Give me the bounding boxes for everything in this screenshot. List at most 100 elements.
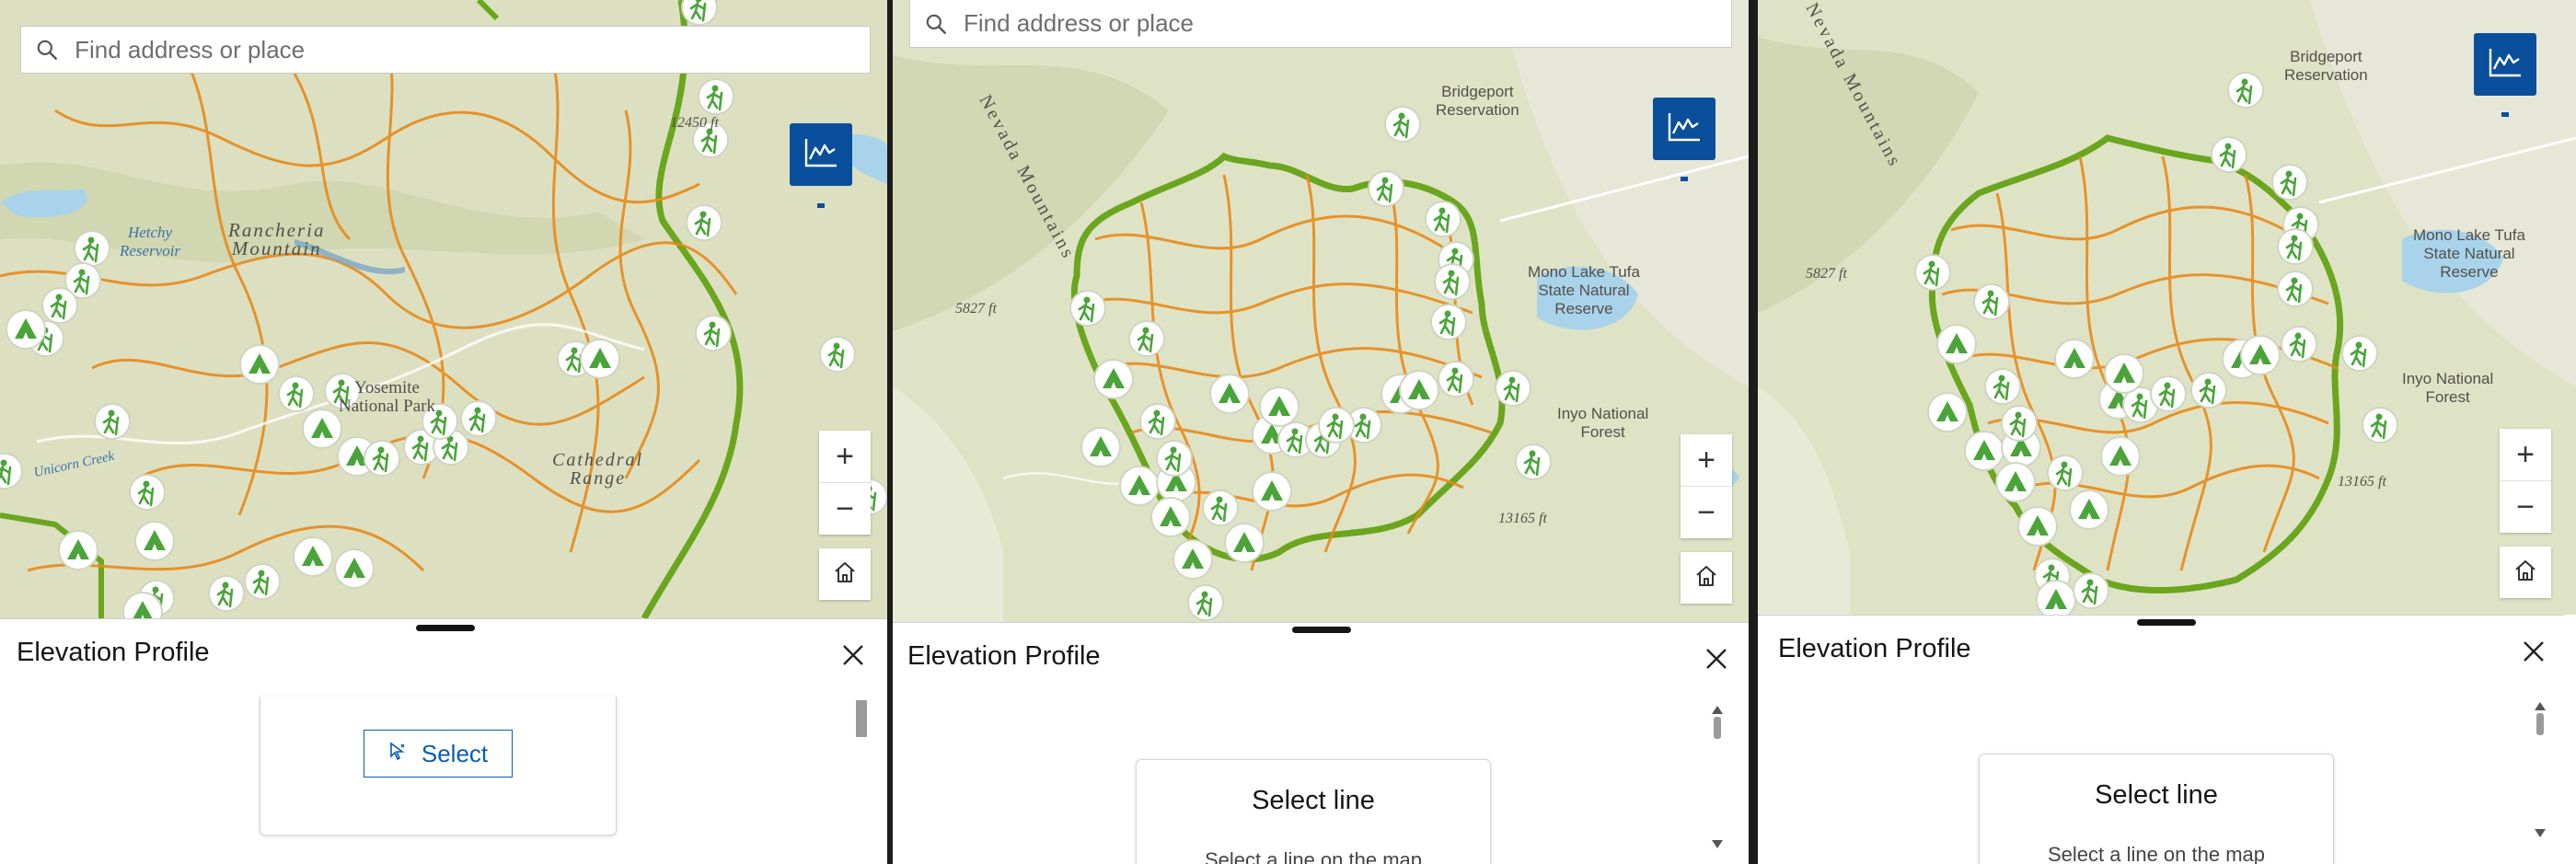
campground-icon[interactable]: [2054, 339, 2095, 379]
home-button[interactable]: [819, 548, 871, 600]
campground-icon[interactable]: [1093, 359, 1134, 399]
hiking-icon[interactable]: [1317, 406, 1356, 444]
hiking-icon[interactable]: [2210, 135, 2248, 174]
campground-icon[interactable]: [2100, 436, 2141, 477]
zoom-out-button[interactable]: −: [819, 482, 871, 535]
campground-icon[interactable]: [302, 409, 342, 449]
hiking-icon[interactable]: [697, 77, 735, 116]
hiking-icon[interactable]: [2046, 454, 2085, 492]
elevation-profile-button[interactable]: [1653, 98, 1715, 160]
close-button[interactable]: [1701, 643, 1732, 674]
campground-icon[interactable]: [1936, 324, 1977, 364]
scroll-up-arrow[interactable]: [2535, 702, 2546, 710]
elevation-profile-button[interactable]: [2474, 33, 2536, 96]
search-input[interactable]: [73, 34, 870, 65]
hiking-icon[interactable]: [128, 473, 167, 512]
hiking-icon[interactable]: [694, 314, 733, 352]
panel-scrollbar[interactable]: [856, 700, 867, 737]
hiking-icon[interactable]: [1127, 319, 1166, 358]
campground-icon[interactable]: [1119, 466, 1160, 506]
panel-scrollbar[interactable]: [2536, 713, 2544, 735]
campground-icon[interactable]: [1995, 462, 2036, 502]
hiking-icon[interactable]: [1155, 439, 1194, 478]
campground-icon[interactable]: [1252, 471, 1292, 512]
campground-icon[interactable]: [2069, 490, 2109, 530]
select-button[interactable]: Select: [364, 730, 513, 778]
scroll-down-arrow[interactable]: [1712, 840, 1723, 848]
hiking-icon[interactable]: [459, 399, 498, 438]
campground-icon[interactable]: [6, 309, 46, 350]
zoom-in-button[interactable]: +: [2500, 429, 2551, 480]
hiking-icon[interactable]: [243, 562, 282, 601]
zoom-in-button[interactable]: +: [819, 431, 871, 482]
hiking-icon[interactable]: [1494, 369, 1532, 408]
campground-icon[interactable]: [2036, 580, 2076, 615]
zoom-in-button[interactable]: +: [1681, 434, 1732, 486]
hiking-icon[interactable]: [1383, 105, 1422, 144]
campground-icon[interactable]: [58, 530, 98, 570]
search-box[interactable]: [20, 26, 871, 74]
hiking-icon[interactable]: [818, 335, 857, 374]
hiking-icon[interactable]: [1069, 289, 1107, 328]
elevation-profile-button[interactable]: [790, 123, 852, 186]
panel-drag-handle[interactable]: [1292, 627, 1351, 633]
home-button[interactable]: [1681, 552, 1732, 604]
hiking-icon[interactable]: [2226, 71, 2265, 109]
hiking-icon[interactable]: [2361, 406, 2399, 444]
campground-icon[interactable]: [293, 536, 333, 577]
campground-icon[interactable]: [580, 339, 620, 379]
campground-icon[interactable]: [239, 344, 280, 385]
hiking-icon[interactable]: [2276, 227, 2315, 266]
search-input[interactable]: [961, 8, 1731, 39]
hiking-icon[interactable]: [2276, 270, 2315, 308]
scroll-up-arrow[interactable]: [1712, 706, 1723, 714]
panel-scrollbar[interactable]: [1714, 717, 1721, 739]
hiking-icon[interactable]: [680, 0, 719, 27]
hiking-icon[interactable]: [2149, 374, 2188, 413]
hiking-icon[interactable]: [1424, 200, 1462, 238]
hiking-icon[interactable]: [1913, 253, 1952, 292]
zoom-out-button[interactable]: −: [1681, 486, 1732, 538]
hiking-icon[interactable]: [277, 374, 316, 413]
close-button[interactable]: [837, 639, 869, 671]
hiking-icon[interactable]: [73, 229, 111, 268]
hiking-icon[interactable]: [2000, 404, 2039, 443]
hiking-icon[interactable]: [0, 452, 24, 490]
close-button[interactable]: [2518, 636, 2549, 667]
hiking-icon[interactable]: [363, 439, 401, 478]
hiking-icon[interactable]: [1429, 303, 1468, 341]
scroll-down-arrow[interactable]: [2535, 829, 2546, 837]
campground-icon[interactable]: [2104, 353, 2144, 394]
campground-icon[interactable]: [1080, 427, 1121, 467]
campground-icon[interactable]: [2017, 506, 2058, 547]
hiking-icon[interactable]: [685, 203, 723, 242]
campground-icon[interactable]: [1964, 431, 2004, 471]
campground-icon[interactable]: [134, 521, 175, 561]
hiking-icon[interactable]: [1983, 367, 2022, 406]
hiking-icon[interactable]: [1367, 169, 1405, 208]
map-view[interactable]: Nevada Mountains Bridgeport Reservation …: [893, 0, 1749, 622]
map-view[interactable]: Nevada Mountains Bridgeport Reservation …: [1758, 0, 2576, 615]
hiking-icon[interactable]: [207, 574, 246, 613]
campground-icon[interactable]: [1259, 386, 1300, 427]
hiking-icon[interactable]: [2270, 163, 2309, 202]
campground-icon[interactable]: [1209, 374, 1250, 414]
zoom-out-button[interactable]: −: [2500, 480, 2551, 533]
hiking-icon[interactable]: [2072, 571, 2110, 610]
hiking-icon[interactable]: [1514, 443, 1553, 481]
campground-icon[interactable]: [1150, 497, 1191, 537]
panel-drag-handle[interactable]: [2137, 619, 2196, 626]
hiking-icon[interactable]: [40, 286, 79, 325]
campground-icon[interactable]: [334, 548, 375, 589]
hiking-icon[interactable]: [2340, 334, 2379, 373]
hiking-icon[interactable]: [1138, 402, 1177, 441]
campground-icon[interactable]: [2240, 335, 2281, 375]
hiking-icon[interactable]: [2189, 371, 2228, 409]
hiking-icon[interactable]: [1186, 583, 1225, 622]
campground-icon[interactable]: [1399, 370, 1439, 410]
hiking-icon[interactable]: [1972, 282, 2011, 321]
home-button[interactable]: [2500, 547, 2551, 598]
map-view[interactable]: Hetchy Reservoir Rancheria Mountain Yose…: [0, 0, 887, 618]
hiking-icon[interactable]: [2280, 325, 2318, 363]
hiking-icon[interactable]: [1437, 360, 1475, 398]
